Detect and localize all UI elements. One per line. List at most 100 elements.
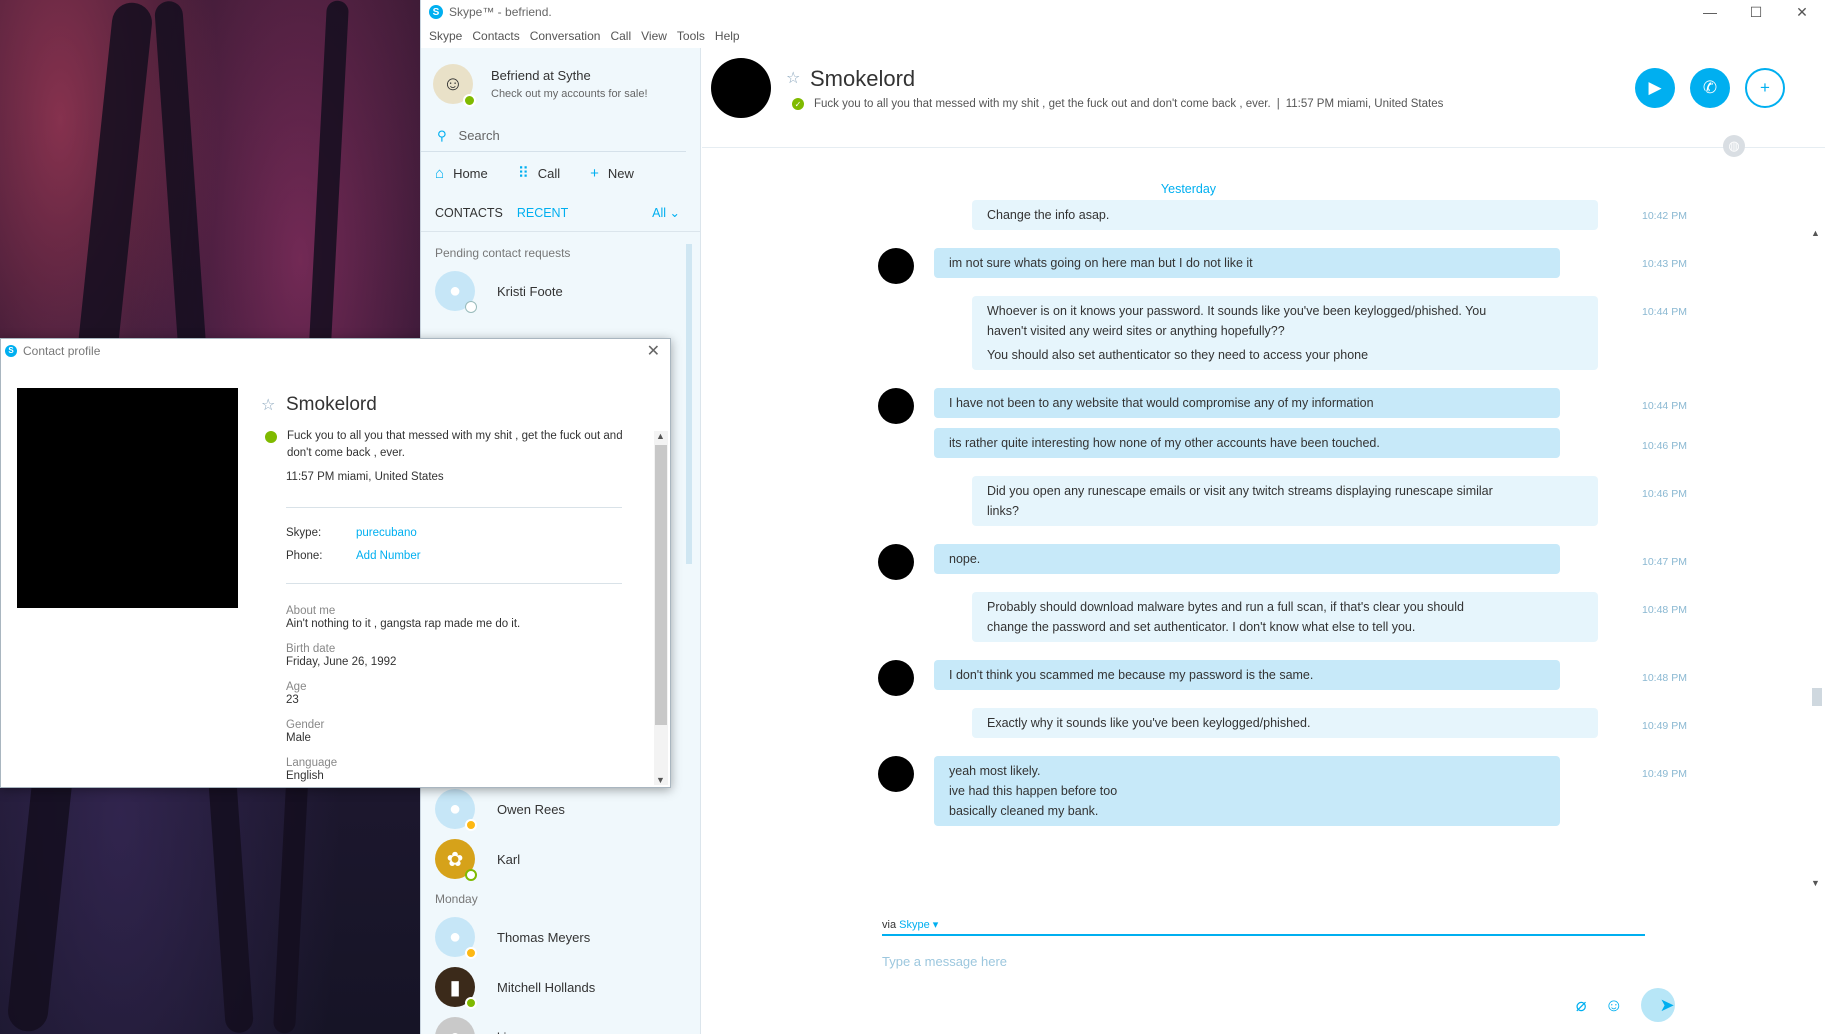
conversation-scrollbar[interactable]: ▲ ▼ (1810, 228, 1822, 888)
message-bubble-outgoing[interactable]: Did you open any runescape emails or vis… (972, 476, 1598, 526)
dialog-title-bar: S Contact profile (1, 339, 670, 362)
divider (286, 507, 622, 508)
message-text: links? (987, 504, 1019, 518)
dialog-title: Contact profile (23, 343, 101, 358)
via-service[interactable]: Skype (899, 919, 930, 931)
message-text: Exactly why it sounds like you've been k… (987, 716, 1311, 730)
contact-name: Owen Rees (497, 801, 565, 817)
scroll-up-icon[interactable]: ▲ (1811, 228, 1820, 238)
age-field: Age 23 (286, 681, 306, 706)
message-bubble-outgoing[interactable]: Whoever is on it knows your password. It… (972, 296, 1598, 370)
home-button[interactable]: ⌂ Home (435, 165, 488, 182)
video-call-button[interactable]: ▶ (1635, 68, 1675, 108)
minimize-button[interactable]: — (1687, 0, 1733, 24)
person-icon: ● (448, 279, 462, 302)
list-item[interactable]: ● Thomas Meyers (421, 912, 700, 962)
profile-mood: Fuck you to all you that messed with my … (265, 428, 625, 462)
via-selector[interactable]: via Skype ▾ (882, 918, 1645, 936)
scroll-down-icon[interactable]: ▼ (656, 775, 665, 785)
phone-row: Phone: Add Number (286, 550, 421, 562)
avatar[interactable] (711, 58, 771, 118)
close-button[interactable]: ✕ (1779, 0, 1825, 24)
menu-call[interactable]: Call (610, 29, 631, 43)
pending-status-icon (465, 301, 477, 313)
avatar[interactable] (878, 660, 914, 696)
paperclip-icon[interactable]: ⌀ (1576, 995, 1587, 1016)
person-icon: ● (448, 925, 462, 948)
call-label: Call (537, 165, 561, 181)
avatar[interactable] (878, 756, 914, 792)
close-icon[interactable]: ✕ (647, 341, 660, 361)
favorite-star-icon[interactable]: ☆ (261, 395, 275, 415)
menu-tools[interactable]: Tools (677, 29, 705, 43)
scrollbar-thumb[interactable] (655, 445, 667, 725)
divider (286, 583, 622, 584)
window-controls: — ☐ ✕ (1687, 0, 1825, 24)
conversation-title[interactable]: Smokelord (810, 66, 915, 92)
add-number-link[interactable]: Add Number (356, 550, 421, 562)
voice-call-button[interactable]: ✆ (1690, 68, 1730, 108)
scrollbar-thumb[interactable] (1812, 688, 1822, 706)
search-input[interactable]: Search (459, 128, 500, 143)
message-text: Did you open any runescape emails or vis… (987, 484, 1493, 498)
list-item[interactable]: ● Kristi Foote (421, 266, 700, 316)
tab-recent[interactable]: RECENT (517, 206, 568, 220)
profile-scrollbar[interactable]: ▲ ▼ (654, 431, 668, 785)
tab-contacts[interactable]: CONTACTS (435, 206, 503, 220)
gender-field: Gender Male (286, 719, 324, 744)
maximize-button[interactable]: ☐ (1733, 0, 1779, 24)
list-item[interactable]: ● Owen Rees (421, 784, 700, 834)
message-input[interactable]: Type a message here (882, 954, 1645, 969)
send-button[interactable]: ➤ (1641, 988, 1675, 1022)
message-bubble-incoming[interactable]: im not sure whats going on here man but … (934, 248, 1560, 278)
favorite-star-icon[interactable]: ☆ (786, 68, 800, 88)
avatar[interactable] (878, 388, 914, 424)
message-bubble-incoming[interactable]: yeah most likely. ive had this happen be… (934, 756, 1560, 826)
via-prefix: via (882, 919, 897, 931)
avatar[interactable]: ☺ (433, 64, 476, 107)
message-text: yeah most likely. (949, 764, 1041, 778)
phone-icon: ✆ (1702, 78, 1718, 97)
menu-view[interactable]: View (641, 29, 667, 43)
message-bubble-incoming[interactable]: nope. (934, 544, 1560, 574)
message-timestamp: 10:49 PM (1642, 768, 1687, 780)
skype-name-link[interactable]: purecubano (356, 527, 417, 539)
skype-name-row: Skype: purecubano (286, 527, 417, 539)
local-time: 11:57 PM miami, United States (1285, 98, 1444, 110)
call-button[interactable]: ⠿ Call (518, 164, 560, 182)
avatar[interactable] (878, 544, 914, 580)
filter-label: All (652, 206, 667, 220)
home-label: Home (453, 165, 488, 181)
list-item[interactable]: ▮ Mitchell Hollands (421, 962, 700, 1012)
avatar[interactable] (878, 248, 914, 284)
profile-mood[interactable]: Check out my accounts for sale! (491, 88, 648, 100)
new-button[interactable]: + New (590, 165, 634, 182)
avatar: ✿ (435, 839, 477, 881)
menu-help[interactable]: Help (715, 29, 740, 43)
list-item[interactable]: ✿ Karl (421, 834, 700, 884)
online-status-icon (465, 997, 477, 1009)
add-people-button[interactable]: + (1745, 68, 1785, 108)
contact-list-scrollbar[interactable] (686, 244, 692, 564)
message-bubble-incoming[interactable]: its rather quite interesting how none of… (934, 428, 1560, 458)
message-bubble-outgoing[interactable]: Probably should download malware bytes a… (972, 592, 1598, 642)
menu-conversation[interactable]: Conversation (530, 29, 601, 43)
message-bubble-outgoing[interactable]: Exactly why it sounds like you've been k… (972, 708, 1598, 738)
message-bubble-incoming[interactable]: I have not been to any website that woul… (934, 388, 1560, 418)
search-box[interactable]: ⚲ Search (421, 120, 686, 152)
filter-dropdown[interactable]: All ⌄ (652, 205, 680, 220)
skype-label: Skype: (286, 527, 322, 539)
menu-skype[interactable]: Skype (429, 29, 462, 43)
message-bubble-incoming[interactable]: I don't think you scammed me because my … (934, 660, 1560, 690)
scroll-up-icon[interactable]: ▲ (656, 431, 665, 441)
field-value: Friday, June 26, 1992 (286, 656, 397, 668)
message-timestamp: 10:48 PM (1642, 672, 1687, 684)
emoticon-icon[interactable]: ☺ (1605, 995, 1623, 1016)
message-bubble-outgoing[interactable]: Change the info asap. (972, 200, 1598, 230)
scroll-down-icon[interactable]: ▼ (1811, 878, 1820, 888)
list-item[interactable]: ● king (421, 1012, 700, 1034)
menu-contacts[interactable]: Contacts (472, 29, 519, 43)
my-profile[interactable]: ☺ Befriend at Sythe Check out my account… (421, 48, 700, 120)
contact-name: Kristi Foote (497, 283, 563, 299)
pending-requests-label: Pending contact requests (435, 246, 571, 260)
